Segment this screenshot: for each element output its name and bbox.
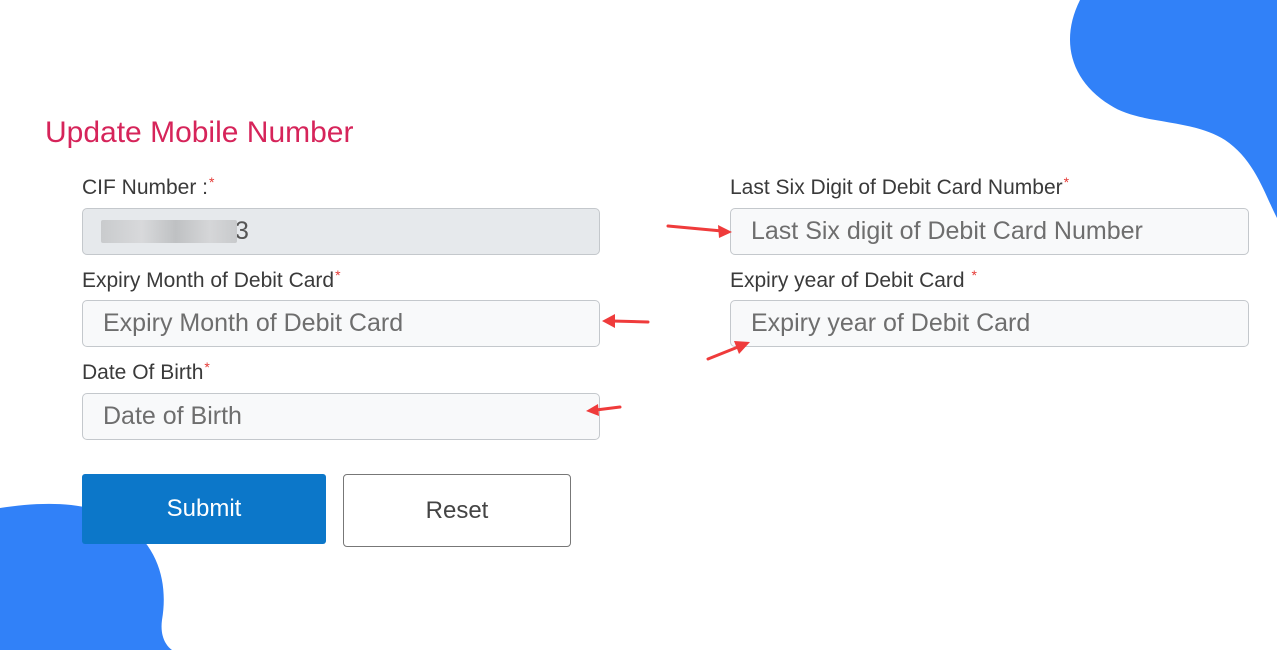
cif-number-label: CIF Number :*: [82, 174, 215, 200]
debit-last-six-label-text: Last Six Digit of Debit Card Number: [730, 176, 1063, 199]
dob-label-text: Date Of Birth: [82, 361, 204, 384]
annotation-arrow-icon: [586, 404, 622, 416]
dob-field[interactable]: [82, 393, 600, 440]
expiry-month-label-text: Expiry Month of Debit Card: [82, 269, 335, 292]
debit-last-six-field[interactable]: [730, 208, 1249, 255]
submit-button[interactable]: Submit: [82, 474, 326, 544]
dob-label: Date Of Birth*: [82, 359, 210, 385]
required-asterisk: *: [204, 359, 210, 375]
debit-last-six-label: Last Six Digit of Debit Card Number*: [730, 174, 1070, 200]
required-asterisk: *: [971, 267, 977, 283]
expiry-year-field[interactable]: [730, 300, 1249, 347]
expiry-year-label: Expiry year of Debit Card *: [730, 267, 977, 293]
reset-button[interactable]: Reset: [343, 474, 571, 547]
expiry-month-field[interactable]: [82, 300, 600, 347]
expiry-month-label: Expiry Month of Debit Card*: [82, 267, 341, 293]
page-title: Update Mobile Number: [45, 116, 354, 149]
required-asterisk: *: [209, 174, 215, 190]
required-asterisk: *: [335, 267, 341, 283]
required-asterisk: *: [1063, 174, 1070, 190]
annotation-arrow-icon: [706, 341, 750, 361]
cif-redaction-blur: [101, 220, 237, 243]
annotation-arrow-icon: [666, 224, 732, 238]
cif-number-label-text: CIF Number :: [82, 176, 209, 199]
expiry-year-label-text: Expiry year of Debit Card: [730, 269, 971, 292]
decorative-blob-top-right: [1070, 0, 1277, 218]
annotation-arrow-icon: [602, 314, 650, 328]
